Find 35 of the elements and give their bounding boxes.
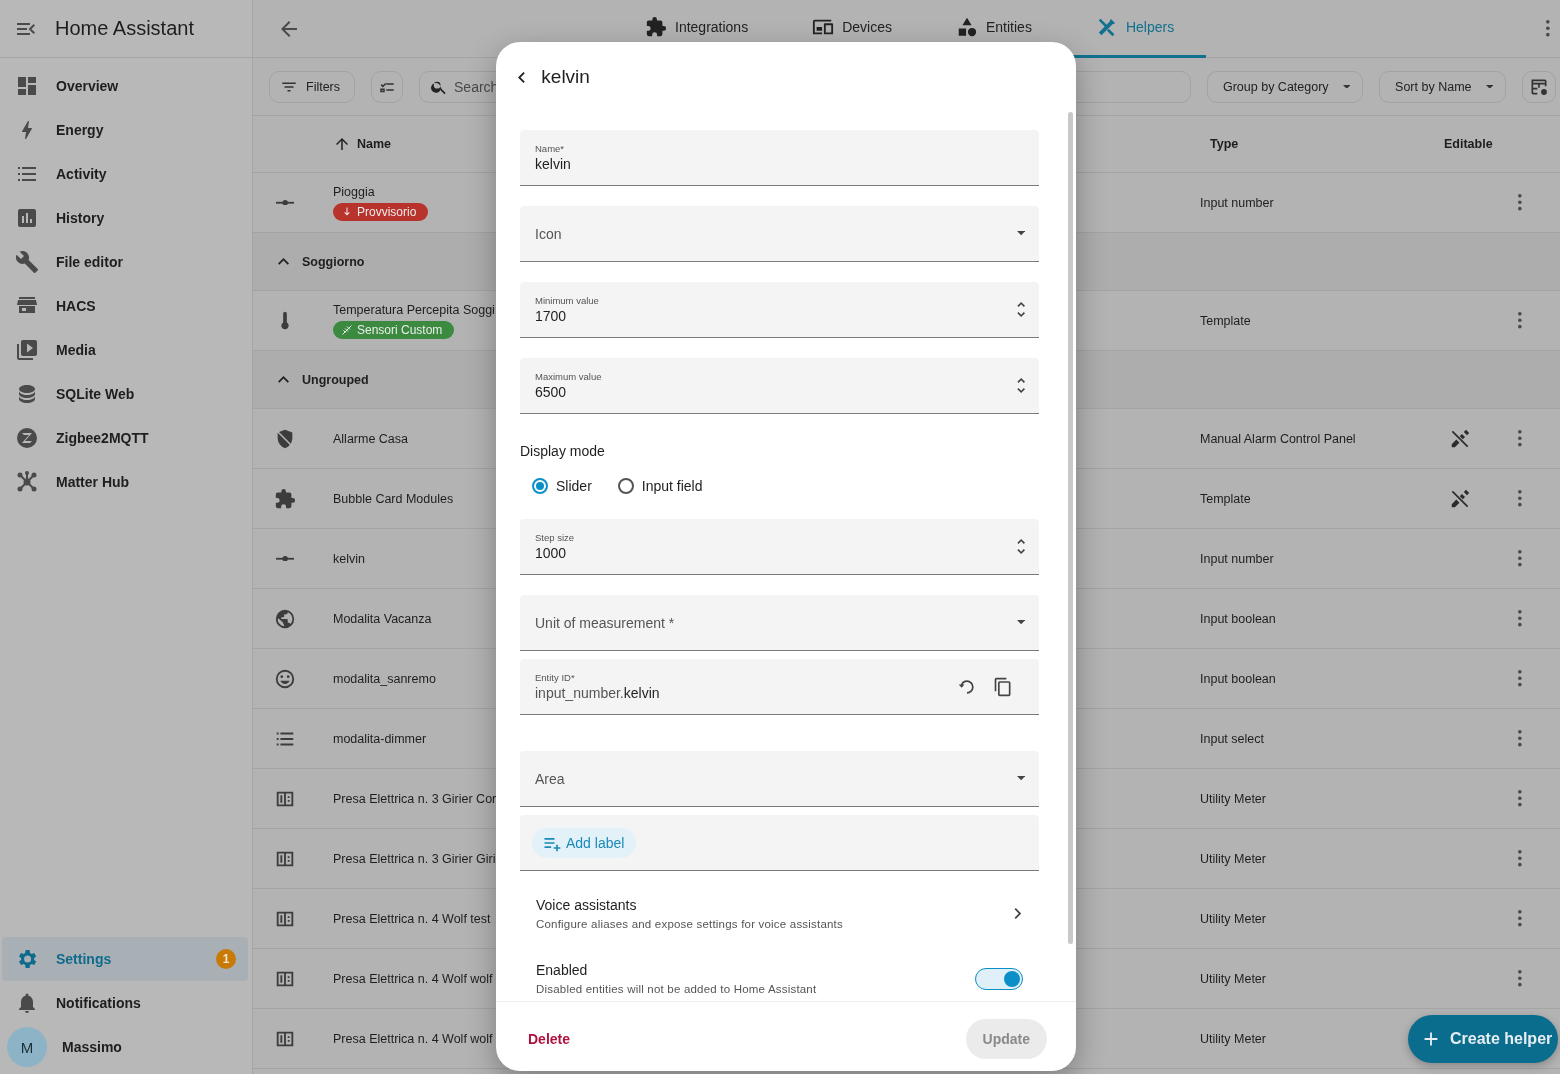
type-cell-text: Template	[1200, 491, 1252, 506]
enabled-label: Enabled	[536, 962, 589, 978]
name-cell: Pioggia	[333, 184, 375, 199]
name-cell: Presa Elettrica n. 4 Wolf wolf	[333, 1031, 493, 1046]
type-cell-text: Input boolean	[1200, 611, 1277, 626]
type-cell-text: Template	[1200, 313, 1252, 328]
app-title: Home Assistant	[55, 17, 194, 40]
type-cell-text: Utility Meter	[1200, 851, 1267, 866]
dialog-title: kelvin	[541, 66, 590, 88]
name-cell: Presa Elettrica n. 4 Wolf test	[333, 911, 491, 926]
notification-badge: 1	[216, 949, 236, 969]
name-cell: Bubble Card Modules	[333, 491, 454, 506]
type-cell-text: Utility Meter	[1200, 791, 1267, 806]
name-cell: kelvin	[333, 551, 365, 566]
type-cell-text: Input boolean	[1200, 671, 1277, 686]
name-cell: Temperatura Percepita Soggi	[333, 302, 495, 317]
name-cell: Presa Elettrica n. 3 Girier Cor	[333, 791, 497, 806]
name-cell: Presa Elettrica n. 3 Girier Giri	[333, 851, 496, 866]
name-cell: Modalita Vacanza	[333, 611, 432, 626]
section-label: Display mode	[520, 442, 606, 459]
type-cell-text: Input select	[1200, 731, 1265, 746]
type-cell-text: Input number	[1200, 195, 1275, 210]
name-cell: modalita_sanremo	[333, 671, 436, 686]
label-chip: Provvisorio	[333, 202, 429, 221]
name-cell: modalita-dimmer	[333, 731, 427, 746]
type-cell-text: Utility Meter	[1200, 1031, 1267, 1046]
type-cell-text: Utility Meter	[1200, 911, 1267, 926]
type-cell-text: Input number	[1200, 551, 1275, 566]
avatar: M	[7, 1027, 47, 1067]
label-chip: Sensori Custom	[333, 320, 455, 339]
enabled-description: Disabled entities will not be added to Home Assistant	[536, 983, 818, 995]
name-cell: Presa Elettrica n. 4 Wolf wolf	[333, 971, 493, 986]
name-cell: Allarme Casa	[333, 431, 409, 446]
type-cell-text: Utility Meter	[1200, 971, 1267, 986]
type-cell-text: Manual Alarm Control Panel	[1200, 431, 1357, 446]
